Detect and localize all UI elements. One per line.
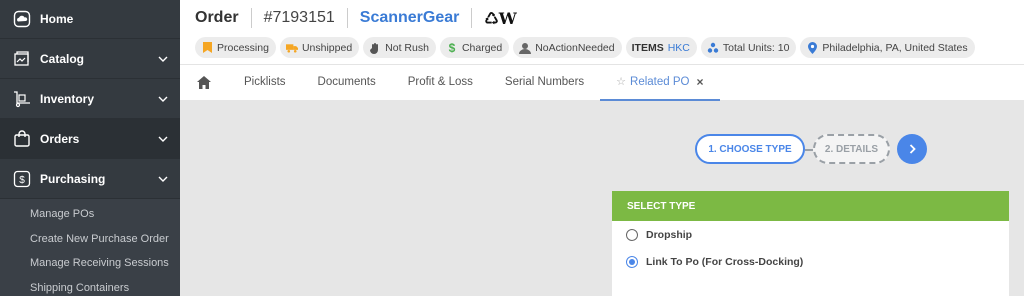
- catalog-icon: [12, 49, 32, 69]
- chevron-down-icon: [156, 176, 170, 182]
- radio-button[interactable]: [626, 228, 638, 241]
- home-icon[interactable]: [180, 65, 228, 101]
- option-label: Link To Po (For Cross-Docking): [646, 255, 804, 268]
- badge-label: NoActionNeeded: [535, 41, 615, 54]
- order-title-row: Order #7193151 ScannerGear ♺W: [195, 6, 517, 30]
- badge-label: Processing: [217, 41, 269, 54]
- shopping-bag-icon: [12, 129, 32, 149]
- sidebar-subitem-shipping-containers[interactable]: Shipping Containers: [0, 276, 180, 296]
- svg-text:$: $: [19, 175, 25, 186]
- sidebar-item-label: Purchasing: [40, 171, 106, 186]
- sidebar-item-catalog[interactable]: Catalog: [0, 39, 180, 79]
- status-badge-not-rush[interactable]: Not Rush: [363, 37, 436, 58]
- hand-icon: [369, 42, 381, 54]
- cubes-icon: [707, 42, 719, 54]
- store-link[interactable]: ScannerGear: [360, 9, 460, 27]
- sidebar-item-orders[interactable]: Orders: [0, 119, 180, 159]
- badge-label: Philadelphia, PA, United States: [822, 41, 968, 54]
- map-pin-icon: [806, 41, 818, 54]
- status-badges: Processing Unshipped Not Rush $ Charged …: [195, 37, 975, 58]
- status-badge-total-units[interactable]: Total Units: 10: [700, 37, 797, 58]
- tab-picklists[interactable]: Picklists: [228, 65, 302, 101]
- status-badge-charged[interactable]: $ Charged: [439, 37, 510, 58]
- user-icon: [519, 42, 532, 54]
- chevron-down-icon: [156, 136, 170, 142]
- sidebar-item-label: Inventory: [40, 91, 95, 106]
- status-badge-processing[interactable]: Processing: [195, 37, 276, 58]
- order-header: Order #7193151 ScannerGear ♺W Processing…: [180, 0, 1024, 101]
- bookmark-icon: [201, 42, 213, 54]
- brand-logo: ♺W: [484, 8, 517, 28]
- page-title: Order: [195, 9, 239, 26]
- chevron-down-icon: [156, 56, 170, 62]
- status-badge-no-action[interactable]: NoActionNeeded: [513, 37, 622, 58]
- card-title: SELECT TYPE: [612, 191, 1009, 221]
- wizard-connector: [805, 149, 813, 151]
- sidebar-item-label: Home: [40, 12, 74, 26]
- status-badge-unshipped[interactable]: Unshipped: [279, 37, 360, 58]
- radio-button-checked[interactable]: [626, 255, 638, 268]
- inventory-icon: [12, 89, 32, 109]
- cloud-icon: [12, 9, 32, 29]
- sidebar-subitem-receiving-sessions[interactable]: Manage Receiving Sessions: [0, 251, 180, 276]
- sidebar-item-label: Catalog: [40, 51, 85, 66]
- divider: [250, 8, 252, 28]
- divider: [346, 8, 348, 28]
- divider: [471, 8, 473, 28]
- dollar-icon: $: [448, 40, 456, 55]
- truck-icon: [285, 42, 298, 54]
- badge-label: Unshipped: [301, 41, 353, 54]
- sidebar-item-home[interactable]: Home: [0, 0, 180, 39]
- tab-serial-numbers[interactable]: Serial Numbers: [489, 65, 600, 101]
- badge-label-bold: ITEMS: [631, 41, 664, 54]
- option-link-to-po[interactable]: Link To Po (For Cross-Docking): [612, 248, 1009, 275]
- badge-label: Not Rush: [385, 41, 429, 54]
- tab-documents[interactable]: Documents: [302, 65, 392, 101]
- tab-profit-loss[interactable]: Profit & Loss: [392, 65, 489, 101]
- status-badge-items[interactable]: ITEMS HKC: [625, 37, 697, 58]
- chevron-down-icon: [156, 96, 170, 102]
- order-tabs: Picklists Documents Profit & Loss Serial…: [180, 64, 1024, 101]
- badge-label: HKC: [667, 41, 690, 54]
- sidebar-subitem-create-po[interactable]: Create New Purchase Order: [0, 227, 180, 252]
- status-badge-location[interactable]: Philadelphia, PA, United States: [800, 37, 975, 58]
- option-dropship[interactable]: Dropship: [612, 221, 1009, 248]
- tab-label: Related PO: [630, 75, 690, 88]
- purchasing-submenu: Manage POs Create New Purchase Order Man…: [0, 199, 180, 296]
- sidebar-item-label: Orders: [40, 131, 80, 146]
- option-label: Dropship: [646, 228, 693, 241]
- tab-related-po[interactable]: ☆ Related PO ×: [600, 65, 720, 101]
- star-icon: ☆: [616, 75, 627, 88]
- wizard-step-details[interactable]: 2. DETAILS: [813, 134, 890, 164]
- select-type-card: SELECT TYPE Dropship Link To Po (For Cro…: [612, 191, 1009, 296]
- close-icon[interactable]: ×: [696, 65, 703, 99]
- chevron-right-icon: [909, 144, 916, 154]
- badge-label: Charged: [461, 41, 503, 54]
- sidebar-subitem-manage-pos[interactable]: Manage POs: [0, 202, 180, 227]
- dollar-icon: $: [12, 169, 32, 189]
- order-number: #7193151: [263, 9, 335, 26]
- next-step-button[interactable]: [897, 134, 927, 164]
- sidebar-item-inventory[interactable]: Inventory: [0, 79, 180, 119]
- badge-label: Total Units: 10: [722, 41, 790, 54]
- sidebar: Home Catalog Inventory Orders $ Purchasi…: [0, 0, 180, 296]
- wizard-step-choose-type[interactable]: 1. CHOOSE TYPE: [695, 134, 805, 164]
- sidebar-item-purchasing[interactable]: $ Purchasing: [0, 159, 180, 199]
